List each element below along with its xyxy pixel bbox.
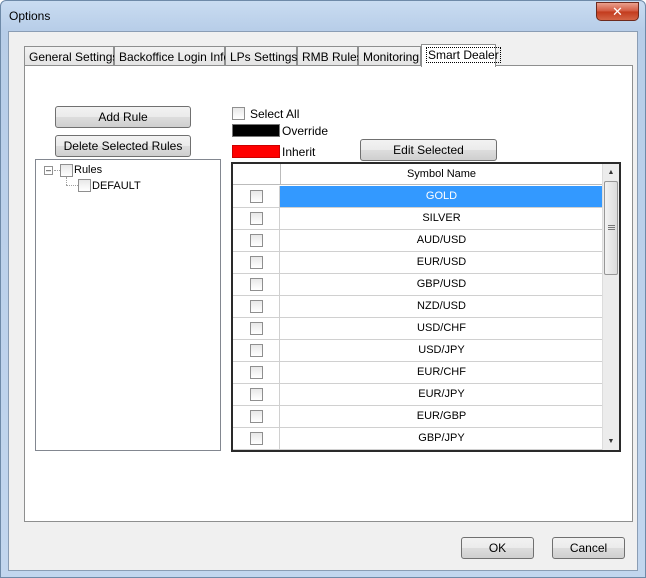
grip-line	[608, 229, 615, 230]
tab-monitoring[interactable]: Monitoring	[358, 46, 421, 66]
tree-connector	[66, 177, 67, 185]
table-row[interactable]: USD/CHF	[233, 318, 603, 340]
cancel-button[interactable]: Cancel	[552, 537, 625, 559]
title-bar[interactable]: Options ✕	[1, 1, 645, 31]
symbol-name-cell[interactable]: GBP/JPY	[280, 428, 603, 449]
window-title: Options	[9, 9, 51, 23]
grip-line	[608, 227, 615, 228]
symbol-name-cell[interactable]: USD/CHF	[280, 318, 603, 339]
symbol-name-cell[interactable]: EUR/JPY	[280, 384, 603, 405]
symbol-name-cell[interactable]: NZD/USD	[280, 296, 603, 317]
grid-header: Symbol Name	[233, 164, 603, 185]
row-checkbox-cell	[233, 428, 280, 449]
edit-selected-button[interactable]: Edit Selected	[360, 139, 497, 161]
row-checkbox[interactable]	[250, 190, 263, 203]
row-checkbox[interactable]	[250, 300, 263, 313]
select-all-checkbox[interactable]	[232, 107, 245, 120]
symbol-name-cell[interactable]: GOLD	[280, 186, 603, 207]
tree-node-default[interactable]: DEFAULT	[92, 180, 141, 192]
row-checkbox[interactable]	[250, 410, 263, 423]
inherit-color-swatch	[232, 145, 280, 158]
table-row[interactable]: SILVER	[233, 208, 603, 230]
row-checkbox-cell	[233, 208, 280, 229]
rules-root-checkbox[interactable]	[60, 164, 73, 177]
smart-dealer-panel: Add Rule Delete Selected Rules – Rules D…	[24, 65, 633, 522]
table-row[interactable]: GBP/USD	[233, 274, 603, 296]
row-checkbox-cell	[233, 406, 280, 427]
scroll-thumb[interactable]	[604, 181, 618, 275]
tree-node-rules[interactable]: Rules	[74, 164, 102, 176]
symbol-name-header[interactable]: Symbol Name	[280, 164, 603, 185]
table-row[interactable]: EUR/CHF	[233, 362, 603, 384]
row-checkbox-cell	[233, 252, 280, 273]
options-window: Options ✕ General Settings Backoffice Lo…	[0, 0, 646, 578]
row-checkbox-cell	[233, 186, 280, 207]
rules-tree[interactable]: – Rules DEFAULT	[35, 159, 221, 451]
grid-scrollbar[interactable]: ▲ ▼	[602, 164, 619, 450]
override-color-swatch	[232, 124, 280, 137]
symbol-name-cell[interactable]: EUR/USD	[280, 252, 603, 273]
row-checkbox[interactable]	[250, 278, 263, 291]
tree-connector	[66, 185, 78, 186]
minus-box-icon[interactable]: –	[44, 166, 53, 175]
table-row[interactable]: NZD/USD	[233, 296, 603, 318]
tab-backoffice-login-info[interactable]: Backoffice Login Info	[114, 46, 230, 66]
grip-line	[608, 225, 615, 226]
dialog-client-area: General Settings Backoffice Login Info L…	[8, 31, 638, 571]
row-checkbox-cell	[233, 318, 280, 339]
default-rule-checkbox[interactable]	[78, 179, 91, 192]
row-checkbox[interactable]	[250, 388, 263, 401]
table-row[interactable]: GBP/JPY	[233, 428, 603, 450]
select-all-label: Select All	[250, 107, 300, 121]
ok-button[interactable]: OK	[461, 537, 534, 559]
row-checkbox[interactable]	[250, 212, 263, 225]
delete-selected-rules-button[interactable]: Delete Selected Rules	[55, 135, 191, 157]
symbol-name-cell[interactable]: EUR/GBP	[280, 406, 603, 427]
scroll-down-icon[interactable]: ▼	[603, 433, 619, 450]
row-checkbox[interactable]	[250, 432, 263, 445]
row-checkbox[interactable]	[250, 322, 263, 335]
symbol-name-cell[interactable]: EUR/CHF	[280, 362, 603, 383]
symbol-name-cell[interactable]: USD/JPY	[280, 340, 603, 361]
table-row[interactable]: EUR/JPY	[233, 384, 603, 406]
inherit-label: Inherit	[282, 145, 316, 159]
row-checkbox[interactable]	[250, 366, 263, 379]
row-checkbox-cell	[233, 296, 280, 317]
table-row[interactable]: AUD/USD	[233, 230, 603, 252]
table-row[interactable]: USD/JPY	[233, 340, 603, 362]
row-checkbox-cell	[233, 274, 280, 295]
row-checkbox-cell	[233, 230, 280, 251]
row-checkbox[interactable]	[250, 234, 263, 247]
add-rule-button[interactable]: Add Rule	[55, 106, 191, 128]
close-button[interactable]: ✕	[596, 2, 639, 21]
symbol-name-cell[interactable]: AUD/USD	[280, 230, 603, 251]
scroll-up-icon[interactable]: ▲	[603, 164, 619, 181]
symbol-name-cell[interactable]: SILVER	[280, 208, 603, 229]
tab-lps-settings[interactable]: LPs Settings	[225, 46, 297, 66]
row-checkbox-cell	[233, 362, 280, 383]
symbol-name-cell[interactable]: GBP/USD	[280, 274, 603, 295]
close-icon: ✕	[612, 4, 623, 19]
tab-general-settings[interactable]: General Settings	[24, 46, 118, 66]
row-checkbox[interactable]	[250, 344, 263, 357]
table-row[interactable]: EUR/USD	[233, 252, 603, 274]
row-checkbox-cell	[233, 384, 280, 405]
row-checkbox[interactable]	[250, 256, 263, 269]
table-row[interactable]: GOLD	[233, 186, 603, 208]
tab-smart-dealer[interactable]: Smart Dealer	[421, 44, 501, 67]
table-row[interactable]: EUR/GBP	[233, 406, 603, 428]
symbols-grid[interactable]: Symbol Name GOLD SILVER AUD/USD EUR/USD GBP/…	[231, 162, 621, 452]
override-label: Override	[282, 124, 329, 138]
tab-rmb-rules[interactable]: RMB Rules	[297, 46, 363, 66]
row-checkbox-cell	[233, 340, 280, 361]
